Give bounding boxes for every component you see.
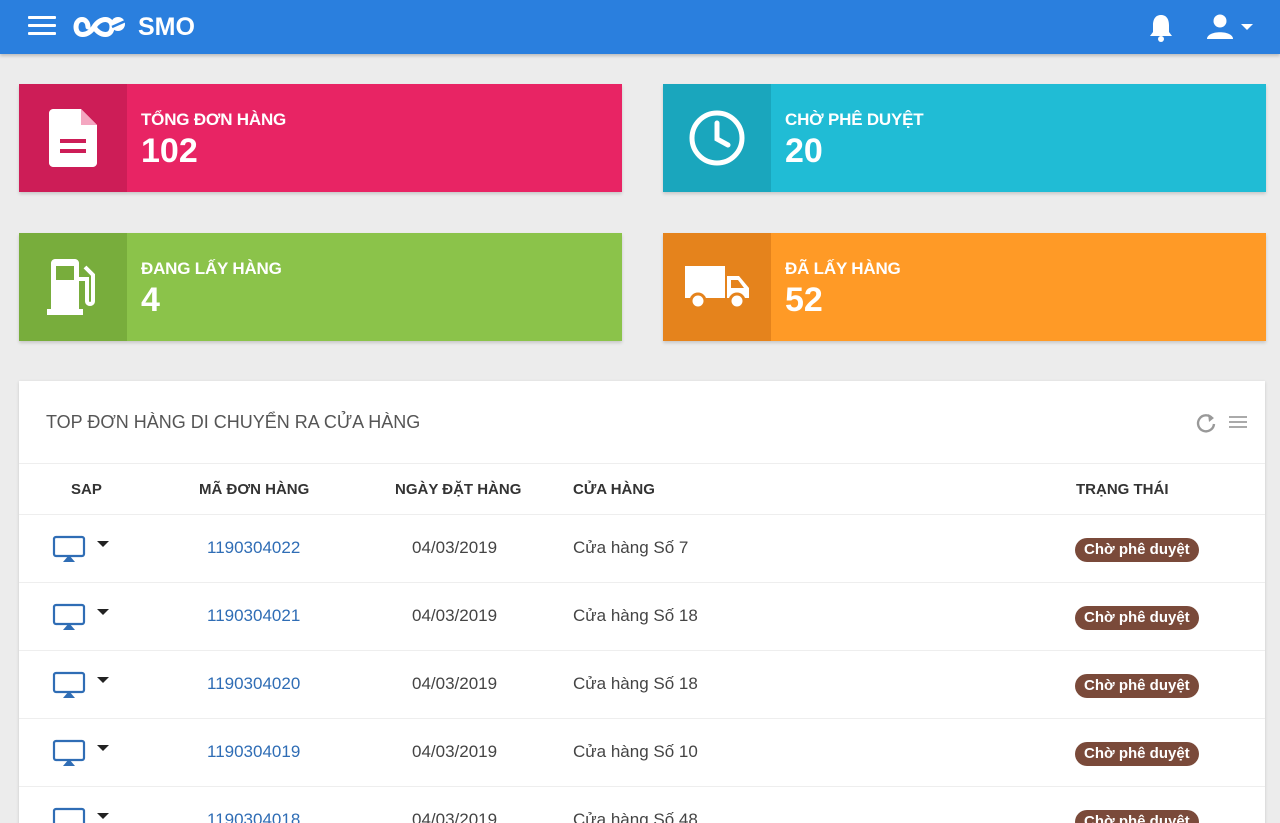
table-row[interactable]: 1190304019 04/03/2019 Cửa hàng Số 10 Chờ… [19, 719, 1265, 787]
order-code-link[interactable]: 1190304018 [207, 810, 300, 823]
app-logo[interactable]: SMO [72, 11, 195, 43]
table-row[interactable]: 1190304021 04/03/2019 Cửa hàng Số 18 Chờ… [19, 583, 1265, 651]
clock-icon [689, 110, 745, 166]
store-name: Cửa hàng Số 7 [573, 538, 689, 557]
card-picking-orders[interactable]: ĐANG LẤY HÀNG 4 [19, 233, 622, 341]
monitor-icon[interactable] [52, 603, 86, 631]
card-value: 52 [785, 281, 823, 319]
order-code-link[interactable]: 1190304019 [207, 742, 300, 762]
top-navbar: SMO [0, 0, 1280, 54]
order-code-link[interactable]: 1190304021 [207, 606, 300, 626]
store-name: Cửa hàng Số 10 [573, 742, 698, 761]
panel-header: TOP ĐƠN HÀNG DI CHUYỂN RA CỬA HÀNG [19, 381, 1265, 464]
column-header-store[interactable]: CỬA HÀNG [573, 481, 655, 498]
table-header: SAP MÃ ĐƠN HÀNG NGÀY ĐẶT HÀNG CỬA HÀNG T… [19, 464, 1265, 515]
column-header-status[interactable]: TRẠNG THÁI [1076, 481, 1169, 498]
refresh-icon[interactable] [1195, 412, 1217, 434]
store-name: Cửa hàng Số 48 [573, 810, 698, 823]
monitor-icon[interactable] [52, 671, 86, 699]
card-picked-orders[interactable]: ĐÃ LẤY HÀNG 52 [663, 233, 1266, 341]
card-label: CHỜ PHÊ DUYỆT [785, 110, 924, 129]
monitor-icon[interactable] [52, 807, 86, 823]
document-icon [49, 109, 97, 167]
list-menu-icon[interactable] [1227, 414, 1249, 432]
card-value: 4 [141, 281, 160, 319]
card-label: TỔNG ĐƠN HÀNG [141, 110, 287, 129]
truck-icon [685, 266, 749, 310]
column-header-order-date[interactable]: NGÀY ĐẶT HÀNG [395, 481, 521, 498]
order-date: 04/03/2019 [412, 538, 498, 557]
column-header-sap[interactable]: SAP [71, 481, 102, 498]
dropdown-caret-icon[interactable] [97, 745, 109, 751]
card-value: 102 [141, 132, 198, 170]
card-value: 20 [785, 132, 823, 170]
status-badge: Chờ phê duyệt [1075, 742, 1199, 766]
status-badge: Chờ phê duyệt [1075, 674, 1199, 698]
order-date: 04/03/2019 [412, 810, 498, 823]
card-label: ĐÃ LẤY HÀNG [785, 259, 901, 278]
order-code-link[interactable]: 1190304020 [207, 674, 300, 694]
order-date: 04/03/2019 [412, 674, 498, 693]
order-date: 04/03/2019 [412, 742, 498, 761]
card-pending-approval[interactable]: CHỜ PHÊ DUYỆT 20 [663, 84, 1266, 192]
panel-title: TOP ĐƠN HÀNG DI CHUYỂN RA CỬA HÀNG [46, 412, 421, 432]
table-row[interactable]: 1190304018 04/03/2019 Cửa hàng Số 48 Chờ… [19, 787, 1265, 823]
hamburger-menu-icon[interactable] [28, 16, 56, 38]
infinity-logo-icon [73, 17, 131, 37]
table-row[interactable]: 1190304022 04/03/2019 Cửa hàng Số 7 Chờ … [19, 515, 1265, 583]
dropdown-caret-icon[interactable] [97, 541, 109, 547]
fuel-pump-icon [47, 259, 95, 315]
status-badge: Chờ phê duyệt [1075, 538, 1199, 562]
monitor-icon[interactable] [52, 535, 86, 563]
app-name: SMO [138, 12, 195, 41]
status-badge: Chờ phê duyệt [1075, 810, 1199, 823]
order-date: 04/03/2019 [412, 606, 498, 625]
dropdown-caret-icon[interactable] [97, 609, 109, 615]
store-name: Cửa hàng Số 18 [573, 606, 698, 625]
user-menu-icon[interactable] [1205, 13, 1257, 41]
order-code-link[interactable]: 1190304022 [207, 538, 300, 558]
notification-bell-icon[interactable] [1148, 12, 1174, 42]
card-total-orders[interactable]: TỔNG ĐƠN HÀNG 102 [19, 84, 622, 192]
status-badge: Chờ phê duyệt [1075, 606, 1199, 630]
dropdown-caret-icon[interactable] [97, 677, 109, 683]
table-row[interactable]: 1190304020 04/03/2019 Cửa hàng Số 18 Chờ… [19, 651, 1265, 719]
card-label: ĐANG LẤY HÀNG [141, 259, 282, 278]
store-name: Cửa hàng Số 18 [573, 674, 698, 693]
top-orders-panel: TOP ĐƠN HÀNG DI CHUYỂN RA CỬA HÀNG SAP M… [19, 381, 1265, 823]
dropdown-caret-icon[interactable] [97, 813, 109, 819]
monitor-icon[interactable] [52, 739, 86, 767]
column-header-order-code[interactable]: MÃ ĐƠN HÀNG [199, 481, 309, 498]
